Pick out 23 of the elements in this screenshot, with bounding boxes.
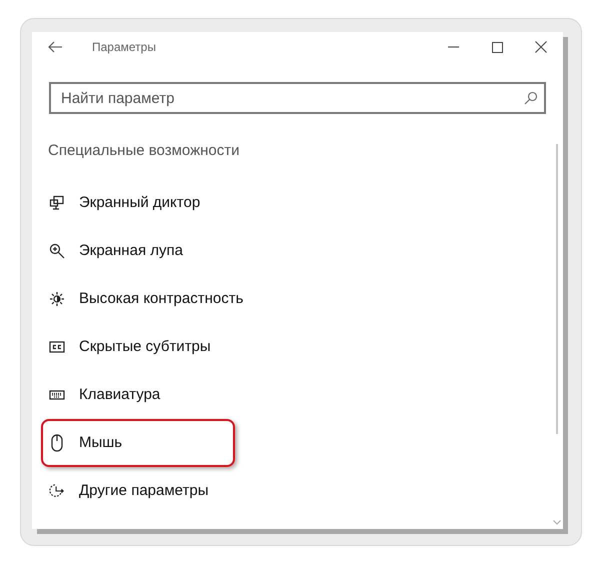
settings-item[interactable]: Мышь	[32, 419, 551, 467]
back-arrow-icon	[48, 41, 62, 53]
settings-item[interactable]: Высокая контрастность	[32, 275, 551, 323]
settings-item[interactable]: Другие параметры	[32, 467, 551, 515]
search-icon	[524, 91, 538, 105]
captions-icon	[49, 340, 65, 354]
sun-icon	[49, 291, 65, 307]
search-field[interactable]: Найти параметр	[49, 82, 546, 114]
minimize-icon	[448, 46, 458, 48]
clock-arrow-icon	[49, 482, 65, 500]
settings-item[interactable]: Скрытые субтитры	[32, 323, 551, 371]
window-title: Параметры	[92, 39, 157, 56]
close-icon	[535, 41, 547, 53]
mouse-icon	[50, 434, 64, 452]
scrollbar-thumb[interactable]	[556, 144, 558, 434]
section-heading: Специальные возможности	[48, 141, 240, 161]
keyboard-icon	[49, 389, 65, 401]
settings-item[interactable]: Экранный диктор	[32, 179, 551, 227]
narrator-icon	[49, 195, 65, 211]
settings-item[interactable]: Экранная лупа	[32, 227, 551, 275]
maximize-icon	[492, 42, 502, 52]
magnifier-icon	[49, 243, 65, 259]
settings-item[interactable]: Клавиатура	[32, 371, 551, 419]
